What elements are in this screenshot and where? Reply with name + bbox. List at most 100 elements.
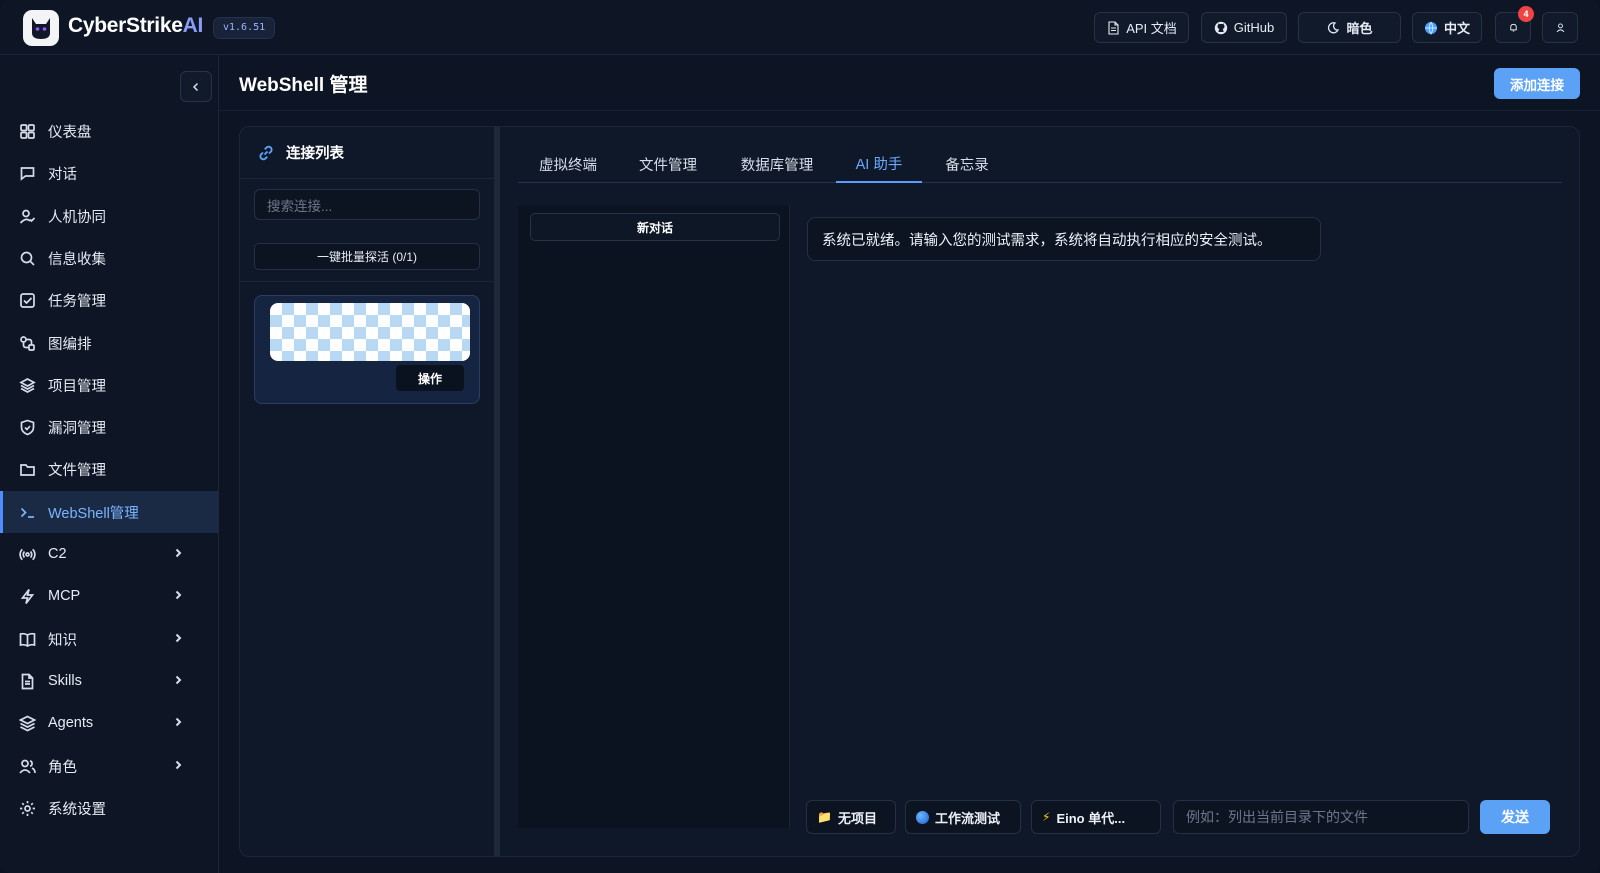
sidebar-item-label: 角色 xyxy=(48,759,77,776)
agent-mode-selector[interactable]: ⚡ Eino 单代... xyxy=(1031,800,1161,834)
sidebar-item-12[interactable]: MCP xyxy=(0,575,219,617)
brand-name: CyberStrikeAI xyxy=(68,14,203,37)
sidebar-item-5[interactable]: 任务管理 xyxy=(0,279,219,321)
webshell-card: 连接列表 搜索连接... 一键批量探活 (0/1) 操作 虚拟终端 文件管理 数… xyxy=(239,126,1580,857)
sidebar-item-label: 知识 xyxy=(48,632,77,649)
notifications-button[interactable]: 4 xyxy=(1495,6,1534,43)
cat-logo-icon xyxy=(32,18,50,39)
sidebar-collapse-button[interactable] xyxy=(180,71,212,102)
sidebar-item-label: 项目管理 xyxy=(48,378,106,395)
folder-icon: 📁 xyxy=(817,810,832,824)
sidebar-item-8[interactable]: 漏洞管理 xyxy=(0,406,219,448)
sidebar-item-7[interactable]: 项目管理 xyxy=(0,364,219,406)
terminal-icon xyxy=(20,507,34,518)
search-icon xyxy=(20,251,35,266)
connection-actions-button[interactable]: 操作 xyxy=(396,365,464,391)
sidebar-item-3[interactable]: 人机协同 xyxy=(0,195,219,237)
batch-probe-button[interactable]: 一键批量探活 (0/1) xyxy=(254,243,480,270)
sidebar-item-label: Agents xyxy=(48,715,94,731)
theme-toggle-button[interactable]: 暗色 xyxy=(1298,12,1401,43)
link-icon xyxy=(259,145,273,160)
chevron-right-icon xyxy=(175,717,182,727)
task-icon xyxy=(20,292,35,308)
send-button[interactable]: 发送 xyxy=(1480,800,1550,834)
sidebar-item-2[interactable]: 对话 xyxy=(0,152,219,194)
sidebar-item-10[interactable]: WebShell管理 xyxy=(0,491,219,533)
document-icon xyxy=(1108,20,1119,35)
sidebar-item-16[interactable]: 角色 xyxy=(0,745,219,787)
chevron-right-icon xyxy=(175,675,182,685)
sidebar-item-14[interactable]: Skills xyxy=(0,660,219,702)
chevron-right-icon xyxy=(175,590,182,600)
github-button[interactable]: GitHub xyxy=(1201,12,1287,43)
connection-item[interactable]: 操作 xyxy=(254,295,480,404)
connection-search-input[interactable]: 搜索连接... xyxy=(254,189,480,220)
workflow-icon xyxy=(20,335,35,351)
sidebar-item-15[interactable]: Agents xyxy=(0,702,219,744)
moon-icon xyxy=(1328,21,1340,33)
book-icon xyxy=(19,632,36,647)
layers-icon xyxy=(19,377,36,393)
api-docs-button[interactable]: API 文档 xyxy=(1094,12,1189,43)
sidebar-item-label: 任务管理 xyxy=(48,293,106,310)
users-icon xyxy=(19,759,36,774)
sidebar-item-label: Skills xyxy=(48,673,82,689)
tab-database-manager[interactable]: 数据库管理 xyxy=(718,145,836,183)
blue-circle-icon xyxy=(916,810,929,824)
chevron-left-icon xyxy=(192,82,199,91)
top-bar: CyberStrikeAI v1.6.51 API 文档 GitHub 暗色 中… xyxy=(0,0,1600,55)
chat-icon xyxy=(20,166,35,181)
lightning-icon: ⚡ xyxy=(1042,810,1051,824)
panel-divider xyxy=(240,281,494,282)
conversation-list: 新对话 xyxy=(518,205,790,828)
broadcast-icon xyxy=(19,548,36,560)
language-button[interactable]: 中文 xyxy=(1412,12,1482,43)
connection-panel: 连接列表 搜索连接... 一键批量探活 (0/1) 操作 xyxy=(240,127,494,856)
sidebar-item-6[interactable]: 图编排 xyxy=(0,322,219,364)
tab-bar: 虚拟终端 文件管理 数据库管理 AI 助手 备忘录 xyxy=(518,145,1562,183)
panel-resize-handle[interactable] xyxy=(494,127,500,856)
app-window: CyberStrikeAI v1.6.51 API 文档 GitHub 暗色 中… xyxy=(0,0,1600,873)
tab-file-manager[interactable]: 文件管理 xyxy=(618,145,718,183)
sidebar-item-label: 文件管理 xyxy=(48,462,106,479)
sidebar-item-label: C2 xyxy=(48,546,67,562)
sidebar-item-1[interactable]: 仪表盘 xyxy=(0,110,219,152)
chat-input[interactable]: 例如：列出当前目录下的文件 xyxy=(1173,800,1469,834)
assistant-message: 系统已就绪。请输入您的测试需求，系统将自动执行相应的安全测试。 xyxy=(807,217,1321,261)
add-connection-button[interactable]: 添加连接 xyxy=(1494,68,1580,99)
user-icon xyxy=(1556,23,1564,33)
tab-ai-assistant[interactable]: AI 助手 xyxy=(836,145,922,183)
chevron-right-icon xyxy=(175,548,182,558)
page-title: WebShell 管理 xyxy=(239,75,368,96)
workflow-selector[interactable]: 工作流测试 xyxy=(905,800,1021,834)
github-icon xyxy=(1214,21,1227,34)
sidebar-item-label: 信息收集 xyxy=(48,251,106,268)
sidebar-item-label: 人机协同 xyxy=(48,209,106,226)
sidebar-item-13[interactable]: 知识 xyxy=(0,618,219,660)
chevron-right-icon xyxy=(175,760,182,770)
globe-icon xyxy=(1424,21,1437,35)
connection-list-header: 连接列表 xyxy=(240,127,494,179)
sidebar-item-label: WebShell管理 xyxy=(48,505,139,522)
bell-icon xyxy=(1509,23,1517,32)
chevron-right-icon xyxy=(175,633,182,643)
document-icon xyxy=(21,673,34,689)
project-selector[interactable]: 📁 无项目 xyxy=(806,800,896,834)
sidebar-item-17[interactable]: 系统设置 xyxy=(0,787,219,829)
sidebar-item-label: 仪表盘 xyxy=(48,124,92,141)
sidebar-item-label: 系统设置 xyxy=(48,801,106,818)
sidebar-item-label: 对话 xyxy=(48,166,77,183)
tab-memo[interactable]: 备忘录 xyxy=(922,145,1012,183)
sidebar-item-label: 图编排 xyxy=(48,336,92,353)
sidebar-item-11[interactable]: C2 xyxy=(0,533,219,575)
tab-virtual-terminal[interactable]: 虚拟终端 xyxy=(518,145,618,183)
new-conversation-button[interactable]: 新对话 xyxy=(530,213,780,241)
stack-icon xyxy=(19,715,36,731)
logo xyxy=(23,10,59,46)
sidebar-item-label: MCP xyxy=(48,588,81,604)
sidebar-item-9[interactable]: 文件管理 xyxy=(0,448,219,490)
bolt-icon xyxy=(20,588,35,604)
user-menu-button[interactable] xyxy=(1542,12,1578,43)
dashboard-icon xyxy=(20,123,35,139)
sidebar-item-4[interactable]: 信息收集 xyxy=(0,237,219,279)
